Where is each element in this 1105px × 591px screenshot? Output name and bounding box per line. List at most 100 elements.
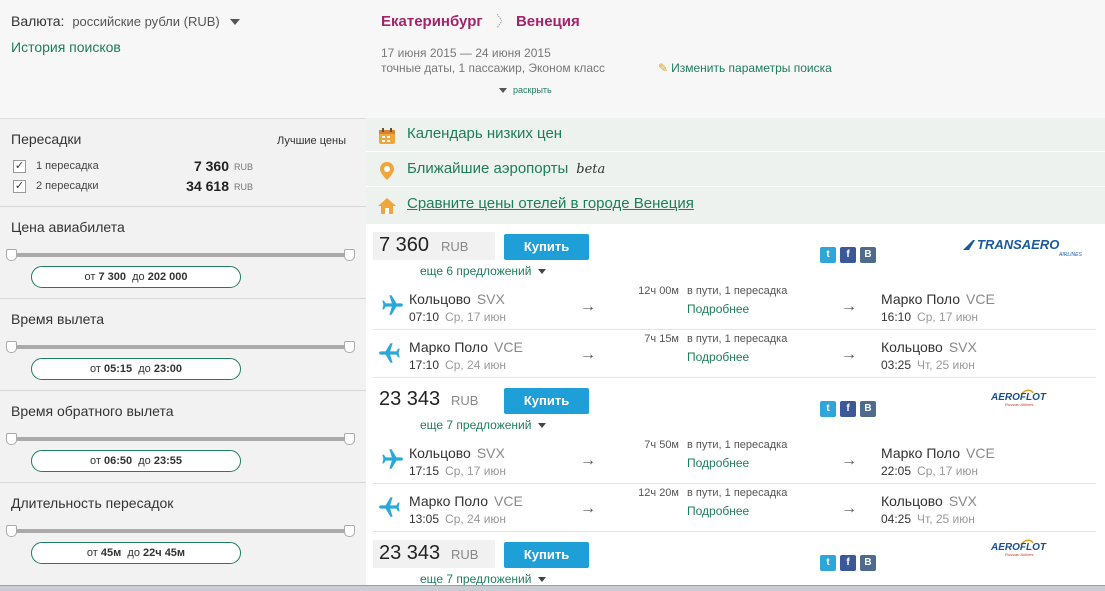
slider-handle-max[interactable] <box>344 433 355 445</box>
buy-button[interactable]: Купить <box>504 388 589 414</box>
checkbox-one-stop[interactable]: ✓ <box>13 160 26 173</box>
airport-name: Марко Поло <box>881 445 961 461</box>
slider-handle-min[interactable] <box>6 249 17 261</box>
twitter-icon[interactable]: t <box>820 401 836 417</box>
stop-option-price: 34 618 <box>186 178 229 194</box>
expand-label: раскрыть <box>513 85 552 95</box>
slider-handle-max[interactable] <box>344 341 355 353</box>
slider-track[interactable] <box>11 529 350 533</box>
stop-option[interactable]: ✓ 1 пересадка 7 360 RUB <box>13 158 253 176</box>
filter-layover-duration: Длительность пересадок от 45м до 22ч 45м <box>0 483 366 575</box>
facebook-icon[interactable]: f <box>840 555 856 571</box>
price-slider[interactable] <box>6 249 355 261</box>
return-slider[interactable] <box>6 433 355 445</box>
details-link[interactable]: Подробнее <box>687 456 749 470</box>
departure-airport: Кольцово SVX <box>409 291 505 307</box>
airplane-icon <box>379 343 400 363</box>
offer-price: 7 360 RUB <box>373 232 495 260</box>
buy-button[interactable]: Купить <box>504 542 589 568</box>
more-offers-link[interactable]: еще 6 предложений <box>420 264 547 278</box>
more-offers-link[interactable]: еще 7 предложений <box>420 572 547 586</box>
edit-search-link[interactable]: ✎ Изменить параметры поиска <box>658 61 832 75</box>
promo-links: Календарь низких цен Ближайшие аэропорты… <box>366 118 1105 224</box>
range-to-value: 202 000 <box>147 271 188 283</box>
flight-segment[interactable]: Кольцово SVX 17:15 Ср, 17 июн → 7ч 50м в п… <box>373 436 1096 484</box>
chevron-down-icon <box>538 423 547 429</box>
hotels-link-row[interactable]: Сравните цены отелей в городе Венеция <box>366 188 1105 222</box>
facebook-icon[interactable]: f <box>840 401 856 417</box>
airport-code: SVX <box>476 445 505 461</box>
time-value: 22:05 <box>881 464 912 478</box>
best-prices-label: Лучшие цены <box>277 135 346 147</box>
range-to-label: до <box>127 547 140 559</box>
departure-time: 17:10 Ср, 24 июн <box>409 358 506 372</box>
airport-name: Марко Поло <box>881 291 961 307</box>
stop-option-currency: RUB <box>234 182 254 192</box>
slider-handle-max[interactable] <box>344 525 355 537</box>
calendar-link[interactable]: Календарь низких цен <box>407 125 562 142</box>
share-buttons: tfB <box>820 245 882 263</box>
layover-range-readout: от 45м до 22ч 45м <box>31 542 241 564</box>
flight-segment[interactable]: Кольцово SVX 07:10 Ср, 17 июн → 12ч 00м в … <box>373 282 1096 330</box>
buy-button[interactable]: Купить <box>504 234 589 260</box>
slider-handle-min[interactable] <box>6 525 17 537</box>
airline-logo-text: TRANSAERO <box>977 237 1059 252</box>
airport-code: VCE <box>494 339 523 355</box>
filter-ticket-price: Цена авиабилета от 7 300 до 202 000 <box>0 207 366 299</box>
range-to-label: до <box>138 455 151 467</box>
currency-value[interactable]: российские рубли (RUB) <box>72 14 219 29</box>
currency-label: Валюта: <box>11 13 65 29</box>
calendar-link-row[interactable]: Календарь низких цен <box>366 118 1105 152</box>
date-value: Ср, 17 июн <box>917 310 979 324</box>
airport-name: Кольцово <box>881 493 943 509</box>
arrival-time: 03:25 Чт, 25 июн <box>881 358 975 372</box>
flight-segment[interactable]: Марко Поло VCE 13:05 Ср, 24 июн → 12ч 20м … <box>373 484 1096 532</box>
layover-slider[interactable] <box>6 525 355 537</box>
arrow-right-icon: → <box>580 500 596 517</box>
airports-link-label: Ближайшие аэропорты <box>407 160 569 177</box>
arrival-time: 22:05 Ср, 17 июн <box>881 464 978 478</box>
home-icon <box>378 198 396 214</box>
more-offers-link[interactable]: еще 7 предложений <box>420 418 547 432</box>
chevron-down-icon <box>538 269 547 275</box>
expand-link[interactable]: раскрыть <box>499 85 552 95</box>
date-value: Чт, 25 июн <box>917 358 975 372</box>
twitter-icon[interactable]: t <box>820 247 836 263</box>
airports-link[interactable]: Ближайшие аэропорты beta <box>407 160 605 177</box>
vk-icon[interactable]: B <box>860 247 876 263</box>
details-link[interactable]: Подробнее <box>687 504 749 518</box>
results-list: 7 360 RUB Купить еще 6 предложений tfB T… <box>366 224 1105 591</box>
slider-handle-max[interactable] <box>344 249 355 261</box>
search-history-link[interactable]: История поисков <box>11 39 121 55</box>
flight-duration: 7ч 15м <box>644 333 679 345</box>
checkbox-two-stops[interactable]: ✓ <box>13 180 26 193</box>
currency-selector[interactable]: Валюта: российские рубли (RUB) <box>11 13 240 29</box>
arrow-right-icon: → <box>841 452 857 469</box>
slider-track[interactable] <box>11 437 350 441</box>
details-link[interactable]: Подробнее <box>687 302 749 316</box>
airline-logo-subtext: AIRLINES <box>1058 252 1082 258</box>
stop-option[interactable]: ✓ 2 пересадки 34 618 RUB <box>13 178 254 196</box>
facebook-icon[interactable]: f <box>840 247 856 263</box>
vk-icon[interactable]: B <box>860 555 876 571</box>
chevron-down-icon[interactable] <box>229 19 240 26</box>
details-link[interactable]: Подробнее <box>687 350 749 364</box>
slider-handle-min[interactable] <box>6 433 17 445</box>
date-value: Ср, 17 июн <box>445 464 507 478</box>
twitter-icon[interactable]: t <box>820 555 836 571</box>
vk-icon[interactable]: B <box>860 401 876 417</box>
airport-name: Кольцово <box>409 445 471 461</box>
slider-track[interactable] <box>11 345 350 349</box>
airport-code: SVX <box>948 339 977 355</box>
slider-track[interactable] <box>11 253 350 257</box>
airline-logo: AEROFLOT Russian Airlines <box>990 389 1047 407</box>
slider-handle-min[interactable] <box>6 341 17 353</box>
airports-link-row[interactable]: Ближайшие аэропорты beta <box>366 153 1105 187</box>
hotels-link[interactable]: Сравните цены отелей в городе Венеция <box>407 195 694 212</box>
range-to-label: до <box>132 271 145 283</box>
flight-segment[interactable]: Марко Поло VCE 17:10 Ср, 24 июн → 7ч 15м в… <box>373 330 1096 378</box>
departure-slider[interactable] <box>6 341 355 353</box>
airline-logo-subtext: Russian Airlines <box>1005 402 1034 407</box>
airport-name: Кольцово <box>881 339 943 355</box>
filter-departure-time: Время вылета от 05:15 до 23:00 <box>0 299 366 391</box>
